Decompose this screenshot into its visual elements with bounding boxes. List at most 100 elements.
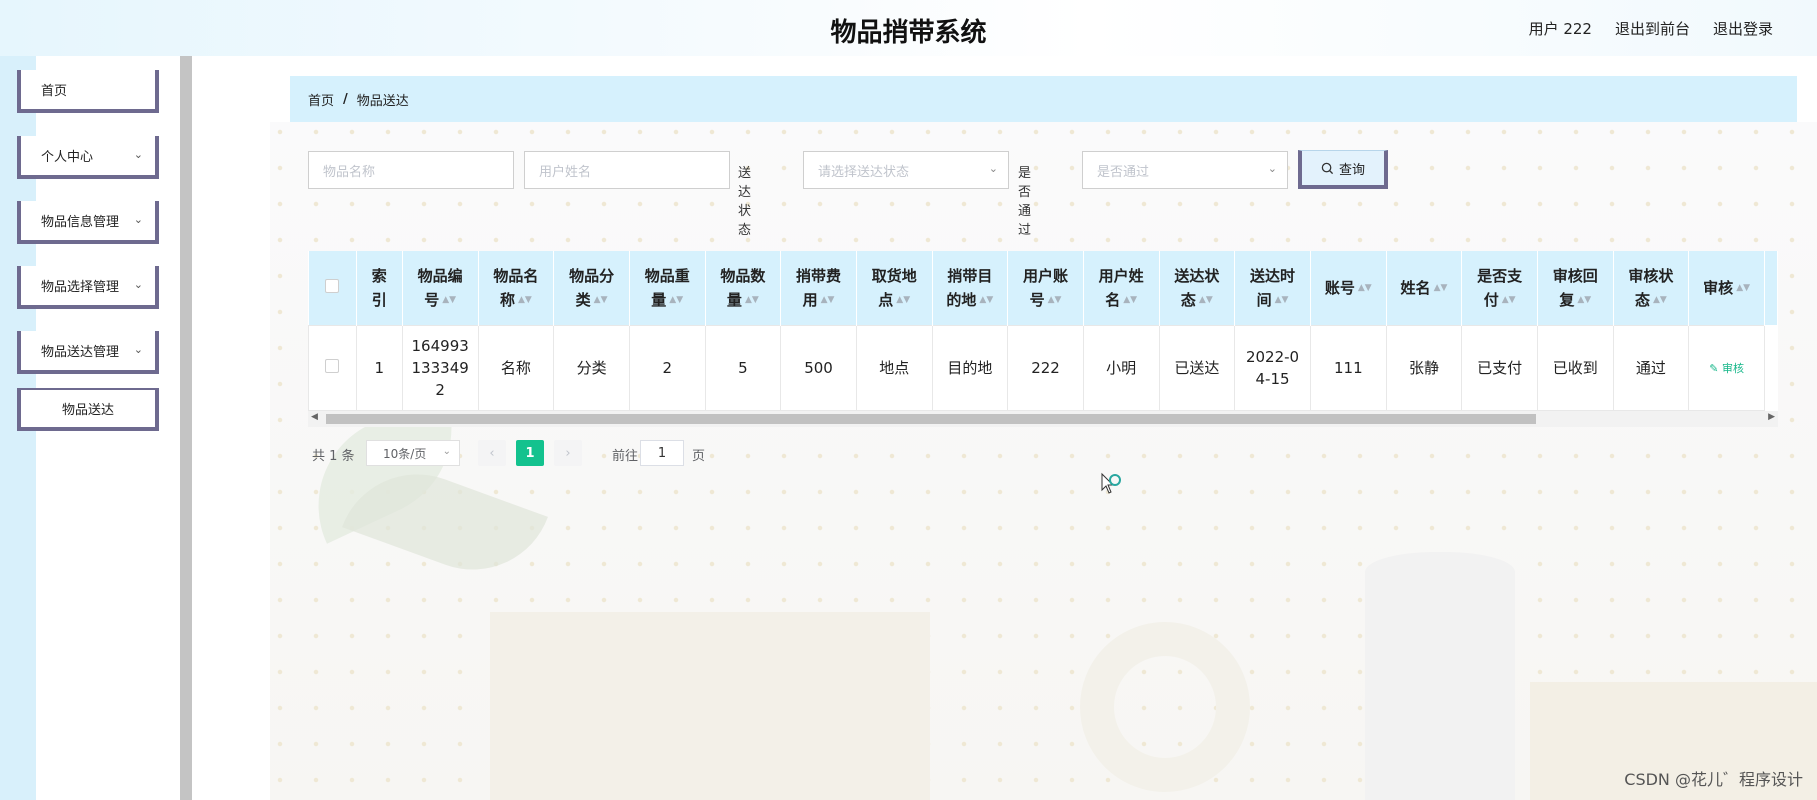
header-links: 用户 222 退出到前台 退出登录 [1529, 18, 1773, 39]
sort-icon[interactable]: ▲▼ [1577, 288, 1591, 312]
sort-icon[interactable]: ▲▼ [518, 288, 532, 312]
page-size-select[interactable]: 10条/页 ⌄ [366, 440, 460, 466]
table-horizontal-scrollbar[interactable]: ◀ ▶ [308, 411, 1778, 427]
scrollbar-thumb[interactable] [326, 414, 1536, 424]
item-name-input[interactable]: 物品名称 [308, 151, 514, 189]
pass-placeholder: 是否通过 [1097, 164, 1150, 180]
query-button-label: 查询 [1338, 162, 1365, 178]
column-header[interactable]: 审核回复 ▲▼ [1537, 251, 1614, 325]
next-page-button[interactable]: › [554, 440, 582, 466]
data-table: 索引 物品编号 ▲▼ 物品名称 ▲▼ 物品分类 ▲▼ 物品重量 ▲▼ 物品数量 ▲▼ 捎带… [308, 251, 1778, 411]
status-select[interactable]: 请选择送达状态 ⌄ [803, 151, 1009, 189]
cell-pickup: 地点 [855, 324, 933, 411]
sidebar-subitem-delivery[interactable]: 物品送达 [17, 388, 159, 431]
sort-icon[interactable]: ▲▼ [1736, 276, 1750, 300]
column-header[interactable]: 姓名 ▲▼ [1386, 251, 1463, 325]
column-header[interactable]: 物品重量 ▲▼ [629, 251, 706, 325]
breadcrumb-home[interactable]: 首页 [308, 90, 334, 109]
scroll-left-icon[interactable]: ◀ [311, 412, 318, 422]
column-header[interactable]: 捎带目 的地 ▲▼ [932, 251, 1009, 325]
column-header[interactable]: 物品分类 ▲▼ [553, 251, 630, 325]
column-header[interactable]: 审核状态 ▲▼ [1613, 251, 1690, 325]
sidebar-subitem-label: 物品送达 [61, 403, 114, 418]
column-header-overflow [1764, 251, 1778, 325]
user-name-input[interactable]: 用户姓名 [524, 151, 730, 189]
cell-name: 张静 [1385, 324, 1463, 411]
sort-icon[interactable]: ▲▼ [594, 288, 608, 312]
column-header[interactable]: 是否支付 ▲▼ [1461, 251, 1538, 325]
sort-icon[interactable]: ▲▼ [896, 288, 910, 312]
sidebar-item-item-selection[interactable]: 物品选择管理 ⌄ [17, 266, 159, 309]
exit-to-frontend-link[interactable]: 退出到前台 [1615, 18, 1690, 39]
column-header[interactable]: 捎带费用 ▲▼ [780, 251, 857, 325]
cell-category: 分类 [553, 324, 630, 411]
column-header[interactable]: 送达状态 ▲▼ [1159, 251, 1236, 325]
cell-index: 1 [355, 324, 403, 411]
cell-item-name: 名称 [477, 324, 555, 411]
sort-icon[interactable]: ▲▼ [442, 288, 456, 312]
sidebar-item-label: 首页 [41, 84, 68, 99]
column-header[interactable]: 审核 ▲▼ [1688, 251, 1765, 325]
sidebar-item-personal-center[interactable]: 个人中心 ⌄ [17, 136, 159, 179]
sort-icon[interactable]: ▲▼ [745, 288, 759, 312]
select-all-checkbox[interactable] [325, 278, 340, 293]
sidebar-item-label: 个人中心 [41, 150, 94, 165]
column-header[interactable]: 取货地点 ▲▼ [856, 251, 933, 325]
sidebar-item-item-delivery[interactable]: 物品送达管理 ⌄ [17, 331, 159, 374]
status-label: 送达状态 [738, 166, 752, 238]
user-name-link[interactable]: 用户 222 [1529, 18, 1592, 39]
sort-icon[interactable]: ▲▼ [1653, 288, 1667, 312]
sidebar-scrollbar[interactable] [180, 56, 192, 800]
mouse-cursor-icon [1101, 472, 1121, 494]
pass-label: 是否通过 [1018, 166, 1032, 238]
column-header[interactable]: 用户姓名 ▲▼ [1083, 251, 1160, 325]
chevron-down-icon: ⌄ [133, 343, 143, 356]
cell-reply: 已收到 [1536, 324, 1614, 411]
cell-audit-status: 通过 [1612, 324, 1690, 411]
column-header[interactable]: 物品编号 ▲▼ [402, 251, 479, 325]
goto-page-unit: 页 [692, 449, 706, 464]
sort-icon[interactable]: ▲▼ [1434, 276, 1448, 300]
sort-icon[interactable]: ▲▼ [1199, 288, 1213, 312]
scroll-right-icon[interactable]: ▶ [1768, 412, 1775, 422]
row-checkbox[interactable] [325, 358, 340, 373]
sort-icon[interactable]: ▲▼ [821, 288, 835, 312]
sort-icon[interactable]: ▲▼ [1048, 288, 1062, 312]
column-header: 索引 [356, 251, 403, 325]
row-select-cell [308, 324, 357, 411]
column-header[interactable]: 用户账号 ▲▼ [1007, 251, 1084, 325]
cell-user-account: 222 [1007, 324, 1084, 411]
audit-button[interactable]: ✎ 审核 [1709, 362, 1744, 375]
chevron-down-icon: ⌄ [988, 162, 998, 175]
table-row: 1 164993 133349 2 名称 分类 2 5 500 地点 目的地 222… [308, 324, 1778, 411]
column-header[interactable]: 送达时间 ▲▼ [1234, 251, 1311, 325]
sort-icon[interactable]: ▲▼ [979, 288, 993, 312]
decor-pillar [1365, 552, 1515, 800]
sidebar-item-home[interactable]: 首页 [17, 70, 159, 113]
column-header[interactable]: 账号 ▲▼ [1310, 251, 1387, 325]
chevron-down-icon: ⌄ [133, 278, 143, 291]
cell-weight: 2 [628, 324, 706, 411]
sort-icon[interactable]: ▲▼ [1275, 288, 1289, 312]
sort-icon[interactable]: ▲▼ [1123, 288, 1137, 312]
page-number-button[interactable]: 1 [516, 440, 544, 466]
user-name-placeholder: 用户姓名 [539, 164, 592, 180]
sidebar-item-label: 物品选择管理 [41, 280, 120, 295]
sidebar-item-label: 物品信息管理 [41, 215, 120, 230]
table-header-row: 索引 物品编号 ▲▼ 物品名称 ▲▼ 物品分类 ▲▼ 物品重量 ▲▼ 物品数量 ▲▼ 捎带… [308, 251, 1778, 325]
cell-status: 已送达 [1158, 324, 1236, 411]
sidebar-item-item-info[interactable]: 物品信息管理 ⌄ [17, 201, 159, 244]
query-button[interactable]: 查询 [1298, 150, 1388, 189]
goto-page-input[interactable]: 1 [640, 440, 684, 466]
pass-select[interactable]: 是否通过 ⌄ [1082, 151, 1288, 189]
sort-icon[interactable]: ▲▼ [669, 288, 683, 312]
pagination-total: 共 1 条 [312, 449, 355, 464]
sort-icon[interactable]: ▲▼ [1358, 276, 1372, 300]
sort-icon[interactable]: ▲▼ [1502, 288, 1516, 312]
prev-page-button[interactable]: ‹ [478, 440, 506, 466]
select-all-header [308, 251, 357, 325]
top-header: 物品捎带系统 用户 222 退出到前台 退出登录 [0, 0, 1817, 56]
logout-link[interactable]: 退出登录 [1713, 18, 1773, 39]
column-header[interactable]: 物品名称 ▲▼ [478, 251, 555, 325]
column-header[interactable]: 物品数量 ▲▼ [705, 251, 782, 325]
